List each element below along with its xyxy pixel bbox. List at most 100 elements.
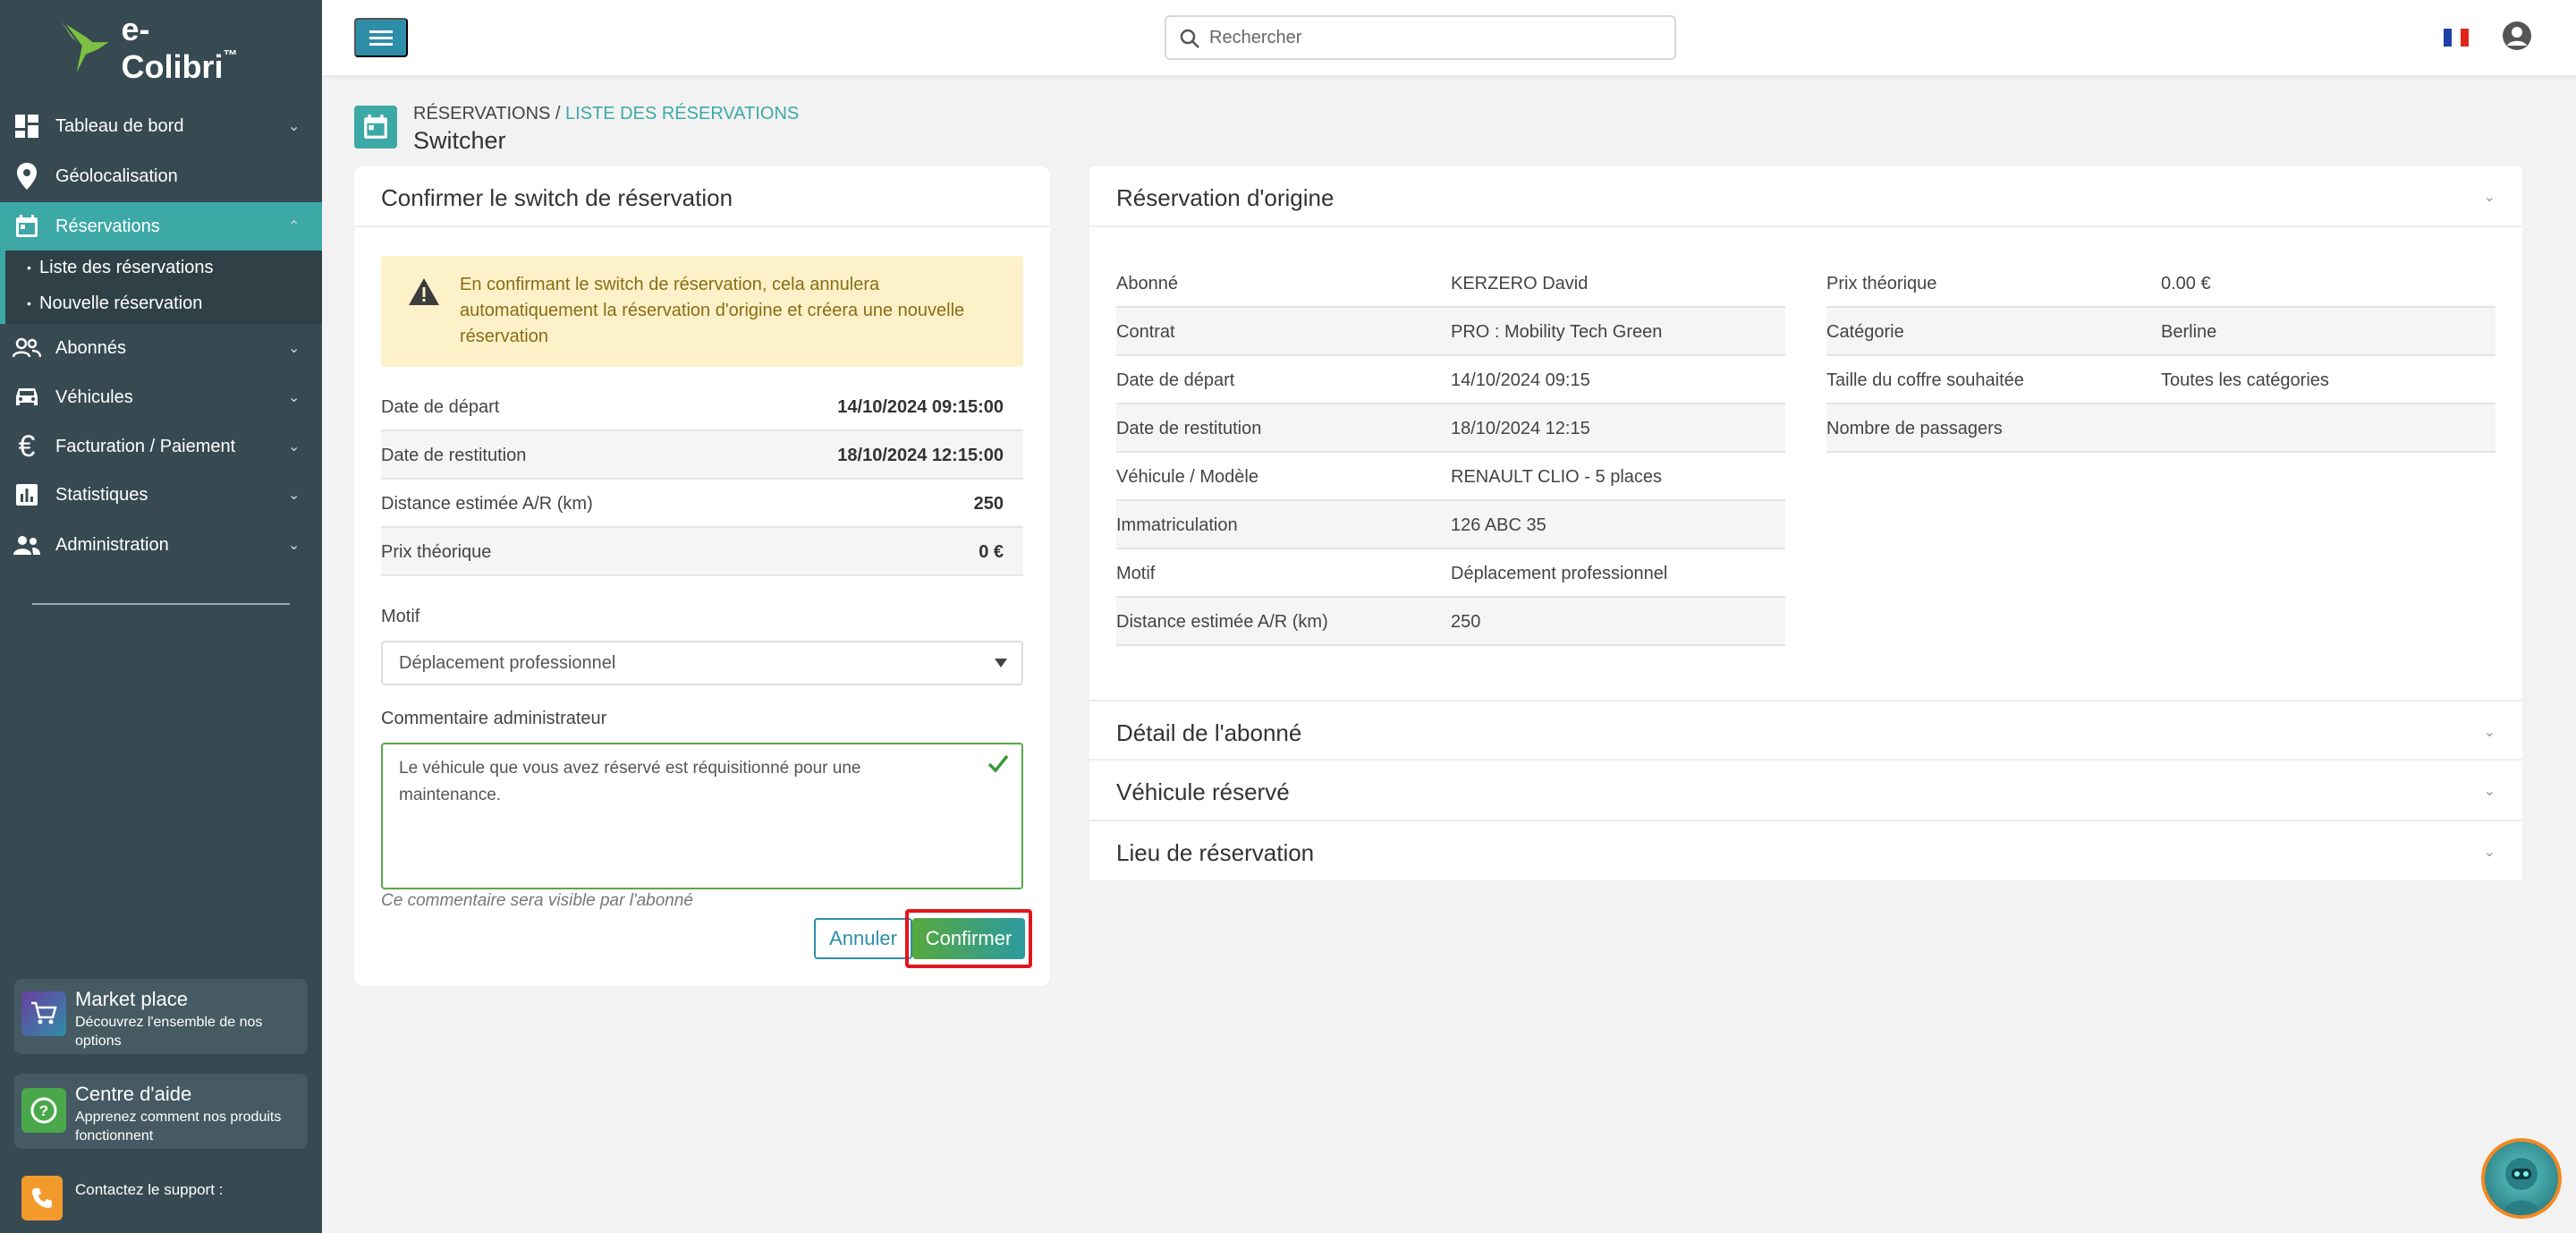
top-header <box>322 0 2576 75</box>
info-row-contract: Contrat PRO : Mobility Tech Green <box>1116 308 1785 356</box>
phone-icon[interactable] <box>21 1176 63 1220</box>
section-header-reservation-place[interactable]: Lieu de réservation ⌄ <box>1089 821 2522 882</box>
sidebar-item-administration[interactable]: Administration ⌄ <box>0 521 322 569</box>
breadcrumb-link[interactable]: LISTE DES RÉSERVATIONS <box>565 104 799 123</box>
row-value: PRO : Mobility Tech Green <box>1451 322 1663 342</box>
chevron-down-icon: ⌄ <box>2483 725 2496 740</box>
sidebar-item-geolocation[interactable]: Géolocalisation <box>0 152 322 200</box>
sidebar-item-label: Géolocalisation <box>55 166 178 186</box>
page-title: Switcher <box>413 127 506 154</box>
user-account-icon[interactable] <box>2501 20 2533 52</box>
submenu-indicator <box>0 251 5 324</box>
section-header-reserved-vehicle[interactable]: Véhicule réservé ⌄ <box>1089 761 2522 821</box>
sidebar-item-billing[interactable]: € Facturation / Paiement ⌄ <box>0 422 322 471</box>
motif-selected-value: Déplacement professionnel <box>399 653 616 673</box>
app-name: e-Colibri™ <box>121 11 238 85</box>
row-label: Catégorie <box>1826 322 1904 342</box>
page-calendar-icon <box>354 106 397 149</box>
users-icon <box>13 334 41 362</box>
sidebar-item-dashboard[interactable]: Tableau de bord ⌄ <box>0 102 322 150</box>
svg-text:?: ? <box>39 1102 48 1119</box>
comment-label: Commentaire administrateur <box>381 709 607 728</box>
sidebar-item-label: Statistiques <box>55 484 148 505</box>
detail-row-price: Prix théorique 0 € <box>381 528 1023 576</box>
card-title: Confirmer le switch de réservation <box>381 184 733 211</box>
row-label: Nombre de passagers <box>1826 419 2003 438</box>
support-label[interactable]: Contactez le support : <box>75 1181 223 1199</box>
row-label: Abonné <box>1116 274 1178 293</box>
chevron-up-icon: ⌃ <box>288 219 301 234</box>
submenu-item-new[interactable]: Nouvelle réservation <box>27 293 202 314</box>
info-row-return: Date de restitution 18/10/2024 12:15 <box>1116 404 1785 453</box>
cancel-button[interactable]: Annuler <box>814 918 912 959</box>
section-header-origin[interactable]: Réservation d'origine ⌄ <box>1089 166 2522 227</box>
info-row-departure: Date de départ 14/10/2024 09:15 <box>1116 356 1785 404</box>
sidebar-item-label: Abonnés <box>55 337 126 358</box>
row-value: KERZERO David <box>1451 274 1589 293</box>
sidebar-item-label: Facturation / Paiement <box>55 436 236 456</box>
search-box[interactable] <box>1165 15 1676 60</box>
breadcrumb: RÉSERVATIONS / LISTE DES RÉSERVATIONS <box>413 104 799 124</box>
row-label: Date de restitution <box>1116 419 1262 438</box>
dashboard-icon <box>13 112 41 140</box>
sidebar-item-vehicles[interactable]: Véhicules ⌄ <box>0 373 322 421</box>
comment-textarea[interactable]: Le véhicule que vous avez réservé est ré… <box>381 743 1023 889</box>
sidebar-item-statistics[interactable]: Statistiques ⌄ <box>0 471 322 519</box>
french-flag-icon[interactable] <box>2444 29 2469 47</box>
row-value: 250 <box>1451 612 1481 632</box>
help-center-title: Centre d'aide <box>75 1083 192 1105</box>
section-title: Détail de l'abonné <box>1116 719 1302 746</box>
motif-select[interactable]: Déplacement professionnel <box>381 641 1023 685</box>
search-input[interactable] <box>1209 24 1657 51</box>
row-value: 126 ABC 35 <box>1451 515 1546 535</box>
row-label: Prix théorique <box>1826 274 1937 293</box>
hamburger-icon <box>369 30 393 46</box>
section-header-subscriber-detail[interactable]: Détail de l'abonné ⌄ <box>1089 700 2522 761</box>
cart-icon <box>21 991 66 1036</box>
info-row-plate: Immatriculation 126 ABC 35 <box>1116 501 1785 549</box>
row-value: 18/10/2024 12:15:00 <box>837 446 1004 465</box>
row-value: RENAULT CLIO - 5 places <box>1451 467 1663 487</box>
confirm-button[interactable]: Confirmer <box>912 918 1025 959</box>
section-title: Véhicule réservé <box>1116 778 1290 805</box>
row-label: Date de départ <box>381 397 500 417</box>
chevron-down-icon: ⌄ <box>288 119 301 134</box>
row-label: Date de départ <box>1116 370 1235 390</box>
info-row-price: Prix théorique 0.00 € <box>1826 259 2496 308</box>
chevron-down-icon: ⌄ <box>2483 190 2496 205</box>
info-row-motif: Motif Déplacement professionnel <box>1116 549 1785 598</box>
confirm-switch-card: Confirmer le switch de réservation En co… <box>354 166 1050 986</box>
chevron-down-icon: ⌄ <box>288 488 301 503</box>
section-title: Réservation d'origine <box>1116 184 1335 211</box>
detail-row-departure: Date de départ 14/10/2024 09:15:00 <box>381 383 1023 431</box>
menu-toggle-button[interactable] <box>354 18 408 57</box>
motif-label: Motif <box>381 607 420 626</box>
comment-hint: Ce commentaire sera visible par l'abonné <box>381 891 693 910</box>
app-logo[interactable]: e-Colibri™ <box>59 11 265 85</box>
chevron-down-icon: ⌄ <box>2483 784 2496 799</box>
row-label: Distance estimée A/R (km) <box>1116 612 1328 632</box>
robot-icon <box>2503 1158 2540 1215</box>
sidebar-item-subscribers[interactable]: Abonnés ⌄ <box>0 324 322 372</box>
row-value: Toutes les catégories <box>2161 370 2329 390</box>
marketplace-subtitle: Découvrez l'ensemble de nos options <box>75 1015 263 1049</box>
origin-reservation-card: Réservation d'origine ⌄ Abonné KERZERO Da… <box>1089 166 2522 880</box>
chevron-down-icon: ⌄ <box>288 439 301 455</box>
card-header: Confirmer le switch de réservation <box>354 166 1050 227</box>
sidebar-item-reservations[interactable]: Réservations ⌃ <box>0 202 322 251</box>
info-row-vehicle: Véhicule / Modèle RENAULT CLIO - 5 places <box>1116 453 1785 501</box>
assistant-chat-avatar[interactable] <box>2481 1138 2562 1219</box>
row-label: Date de restitution <box>381 446 527 465</box>
location-pin-icon <box>13 162 41 191</box>
row-label: Contrat <box>1116 322 1175 342</box>
detail-row-return: Date de restitution 18/10/2024 12:15:00 <box>381 431 1023 480</box>
info-row-trunk-size: Taille du coffre souhaitée Toutes les cat… <box>1826 356 2496 404</box>
help-center-card[interactable]: ? Centre d'aide Apprenez comment nos pro… <box>14 1074 308 1149</box>
check-icon <box>987 754 1009 773</box>
row-value: Déplacement professionnel <box>1451 564 1668 583</box>
submenu-item-list[interactable]: Liste des réservations <box>27 258 214 278</box>
breadcrumb-root: RÉSERVATIONS <box>413 104 551 123</box>
marketplace-card[interactable]: Market place Découvrez l'ensemble de nos… <box>14 979 308 1054</box>
row-value: 0.00 € <box>2161 274 2211 293</box>
section-title: Lieu de réservation <box>1116 839 1315 866</box>
